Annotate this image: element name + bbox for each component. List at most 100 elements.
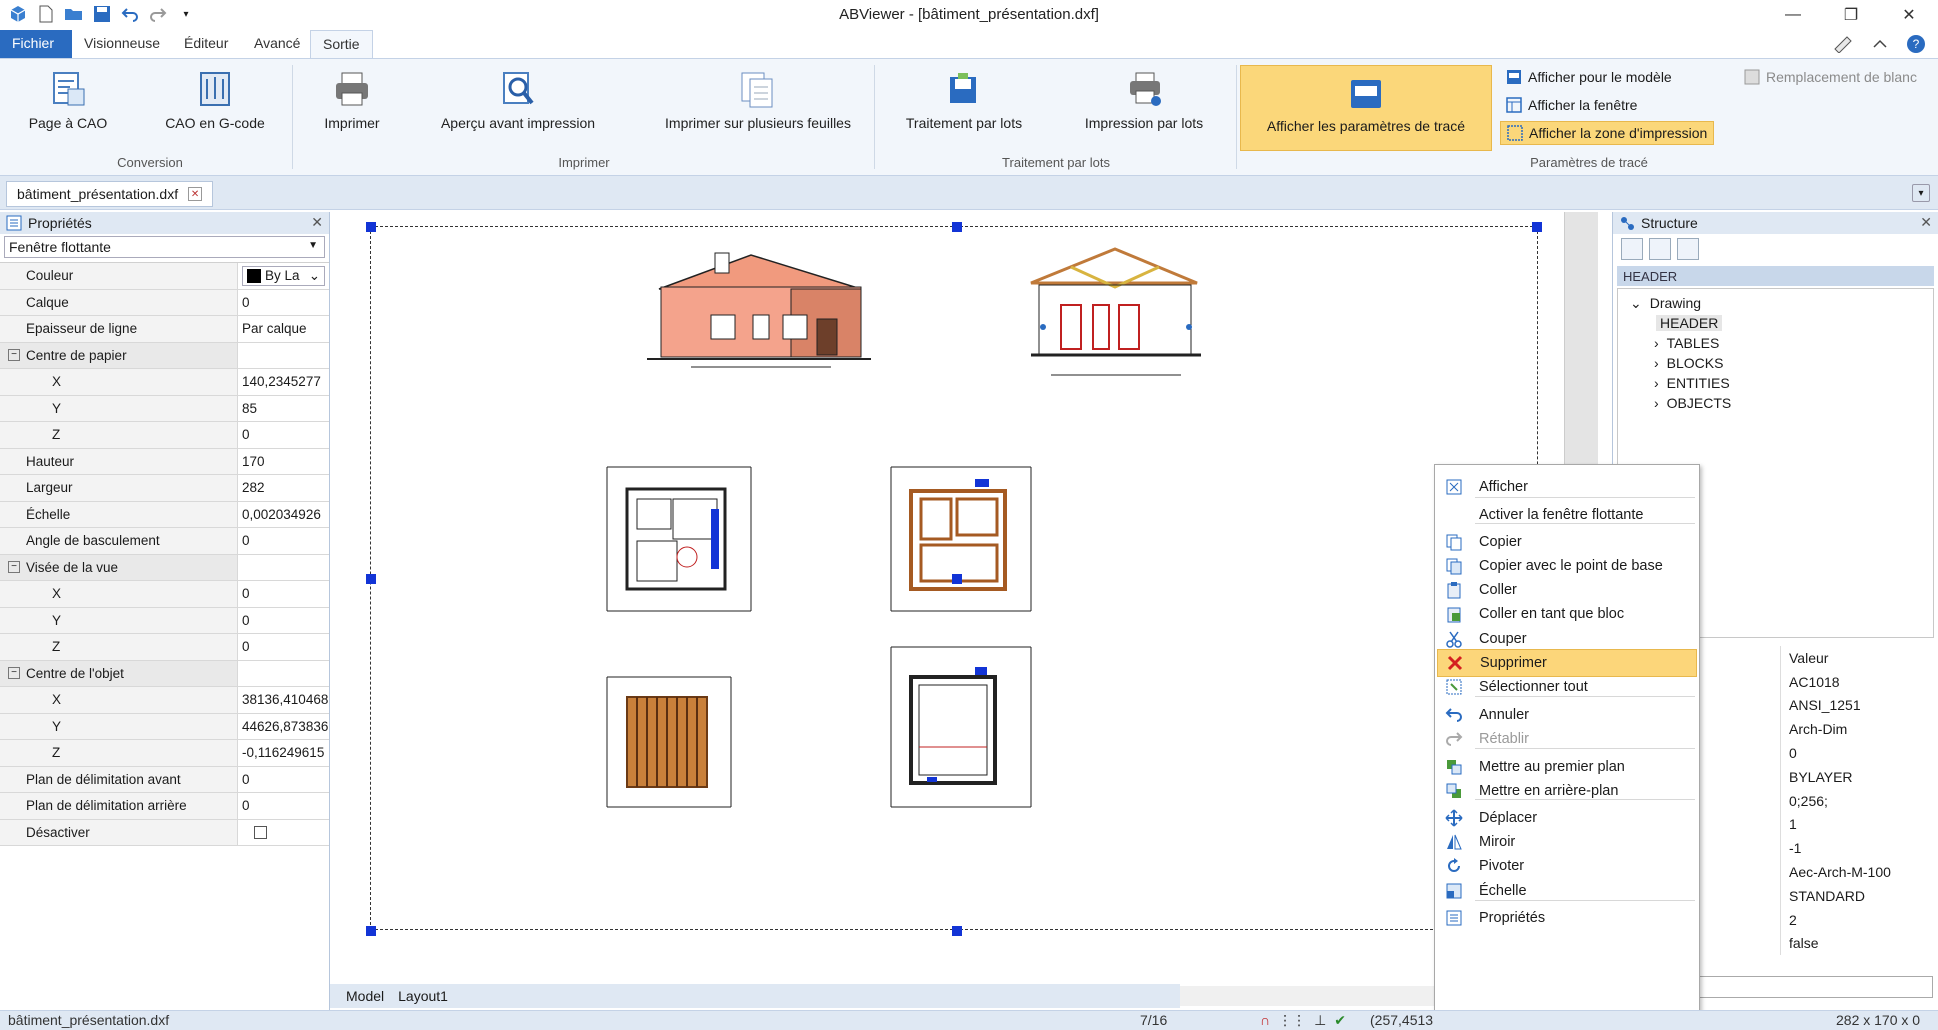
property-row[interactable]: X 140,2345277	[0, 369, 329, 396]
check-icon[interactable]: ✔	[1334, 1012, 1346, 1029]
property-row[interactable]: Désactiver	[0, 819, 329, 846]
ortho-icon[interactable]: ⊥	[1314, 1012, 1326, 1029]
tab-sortie[interactable]: Sortie	[310, 30, 373, 58]
property-row[interactable]: X0	[0, 581, 329, 608]
tree-node-tables[interactable]: › TABLES	[1654, 333, 1719, 353]
property-row[interactable]: Plan de délimitation arrière 0	[0, 793, 329, 820]
tree-node-blocks[interactable]: › BLOCKS	[1654, 353, 1723, 373]
property-value[interactable]: Par calque	[242, 321, 307, 336]
object-type-select[interactable]: Fenêtre flottante ▼	[4, 236, 325, 258]
show-window-button[interactable]: Afficher la fenêtre	[1500, 93, 1643, 117]
property-value[interactable]: 0	[242, 772, 250, 787]
magnet-icon[interactable]: ∩	[1260, 1012, 1270, 1029]
tree-node-header[interactable]: HEADER	[1656, 313, 1723, 333]
edit-quick-icon[interactable]	[1830, 32, 1858, 56]
close-properties-icon[interactable]: ✕	[311, 214, 323, 231]
tab-visionneuse[interactable]: Visionneuse	[72, 30, 172, 58]
property-row[interactable]: Y 85	[0, 395, 329, 422]
tab-layout1[interactable]: Layout1	[398, 988, 448, 1004]
property-row[interactable]: Plan de délimitation avant 0	[0, 766, 329, 793]
print-button[interactable]: Imprimer	[312, 69, 392, 131]
property-value[interactable]: 44626,873836	[242, 719, 328, 734]
batch-processing-button[interactable]: Traitement par lots	[898, 69, 1030, 131]
property-row[interactable]: Largeur 282	[0, 475, 329, 502]
tab-editeur[interactable]: Éditeur	[172, 30, 240, 58]
property-row[interactable]: Calque 0	[0, 289, 329, 316]
property-value[interactable]: 0	[242, 533, 250, 548]
drawing-canvas[interactable]	[332, 212, 1598, 1010]
print-multiple-sheets-button[interactable]: Imprimer sur plusieurs feuilles	[644, 69, 872, 131]
disable-checkbox[interactable]	[254, 825, 267, 839]
tab-model[interactable]: Model	[346, 988, 384, 1004]
menu-item-properties[interactable]: Propriétés	[1437, 904, 1697, 932]
property-row[interactable]: Hauteur 170	[0, 448, 329, 475]
show-print-area-button[interactable]: Afficher la zone d'impression	[1500, 121, 1715, 145]
property-value[interactable]: 170	[242, 454, 265, 469]
property-row[interactable]: Y0	[0, 607, 329, 634]
batch-print-button[interactable]: Impression par lots	[1074, 69, 1214, 131]
view-rows-icon[interactable]	[1621, 238, 1643, 260]
property-row[interactable]: Z0	[0, 634, 329, 661]
viewport-grip[interactable]	[366, 222, 376, 232]
viewport-grip[interactable]	[1532, 222, 1542, 232]
help-icon[interactable]: ?	[1902, 32, 1930, 56]
viewport-grip[interactable]	[952, 574, 962, 584]
minimize-icon[interactable]: —	[1764, 0, 1822, 30]
viewport-grip[interactable]	[366, 574, 376, 584]
viewport-grip[interactable]	[952, 926, 962, 936]
menu-item-paste-block[interactable]: Coller en tant que bloc	[1437, 600, 1697, 628]
color-select[interactable]: By La ⌄	[242, 265, 325, 286]
property-value[interactable]: 282	[242, 480, 265, 495]
property-value[interactable]: 0	[242, 427, 250, 442]
property-value[interactable]: -0,116249615	[242, 745, 324, 760]
collapse-toggle-icon[interactable]: −	[8, 561, 20, 574]
property-row[interactable]: Angle de basculement 0	[0, 528, 329, 555]
tree-node-drawing[interactable]: ⌄ Drawing	[1630, 293, 1701, 313]
restore-icon[interactable]: ❐	[1822, 0, 1880, 30]
menu-item-send-back[interactable]: Mettre en arrière-plan	[1437, 777, 1697, 805]
replace-white-button[interactable]: Remplacement de blanc	[1738, 65, 1923, 89]
property-value[interactable]: 0	[242, 295, 250, 310]
property-value[interactable]: 0	[242, 586, 250, 601]
page-to-cad-button[interactable]: Page à CAO	[22, 69, 114, 131]
property-value[interactable]: 0,002034926	[242, 507, 321, 522]
property-row[interactable]: Y 44626,873836	[0, 713, 329, 740]
property-row[interactable]: Z0	[0, 422, 329, 449]
property-value[interactable]: 38136,410468	[242, 692, 328, 707]
property-row[interactable]: Échelle 0,002034926	[0, 501, 329, 528]
tab-avance[interactable]: Avancé	[242, 30, 312, 58]
tree-node-objects[interactable]: › OBJECTS	[1654, 393, 1731, 413]
show-for-model-button[interactable]: Afficher pour le modèle	[1500, 65, 1678, 89]
menu-item-rotate[interactable]: Pivoter	[1437, 852, 1697, 880]
property-row[interactable]: Epaisseur de ligne Par calque	[0, 316, 329, 343]
close-tab-icon[interactable]: ✕	[188, 187, 203, 201]
collapse-ribbon-icon[interactable]	[1866, 32, 1894, 56]
menu-item-activate-viewport[interactable]: Activer la fenêtre flottante	[1437, 501, 1697, 529]
view-columns-icon[interactable]	[1649, 238, 1671, 260]
refresh-icon[interactable]	[1677, 238, 1699, 260]
property-row[interactable]: − Centre de l'objet	[0, 660, 329, 687]
show-plot-settings-button[interactable]: Afficher les paramètres de tracé	[1240, 65, 1492, 151]
close-structure-icon[interactable]: ✕	[1920, 214, 1932, 231]
print-preview-button[interactable]: Aperçu avant impression	[430, 69, 606, 131]
property-row[interactable]: Z -0,116249615	[0, 740, 329, 767]
tab-fichier[interactable]: Fichier	[0, 30, 72, 58]
property-row[interactable]: Couleur By La ⌄	[0, 263, 329, 290]
collapse-toggle-icon[interactable]: −	[8, 667, 20, 680]
property-row[interactable]: − Centre de papier	[0, 342, 329, 369]
tree-node-entities[interactable]: › ENTITIES	[1654, 373, 1730, 393]
cad-to-gcode-button[interactable]: CAO en G-code	[150, 69, 280, 131]
close-icon[interactable]: ✕	[1880, 0, 1938, 30]
document-tab[interactable]: bâtiment_présentation.dxf ✕	[6, 181, 214, 207]
property-row[interactable]: X 38136,410468	[0, 687, 329, 714]
viewport-grip[interactable]	[366, 926, 376, 936]
property-value[interactable]: 0	[242, 798, 250, 813]
property-value[interactable]: 140,2345277	[242, 374, 321, 389]
property-value[interactable]: 0	[242, 613, 250, 628]
viewport-grip[interactable]	[952, 222, 962, 232]
collapse-toggle-icon[interactable]: −	[8, 349, 20, 362]
tab-list-dropdown-icon[interactable]: ▾	[1912, 184, 1930, 202]
property-value[interactable]: 85	[242, 401, 257, 416]
property-value[interactable]: 0	[242, 639, 250, 654]
grid-icon[interactable]: ⋮⋮	[1278, 1012, 1306, 1029]
